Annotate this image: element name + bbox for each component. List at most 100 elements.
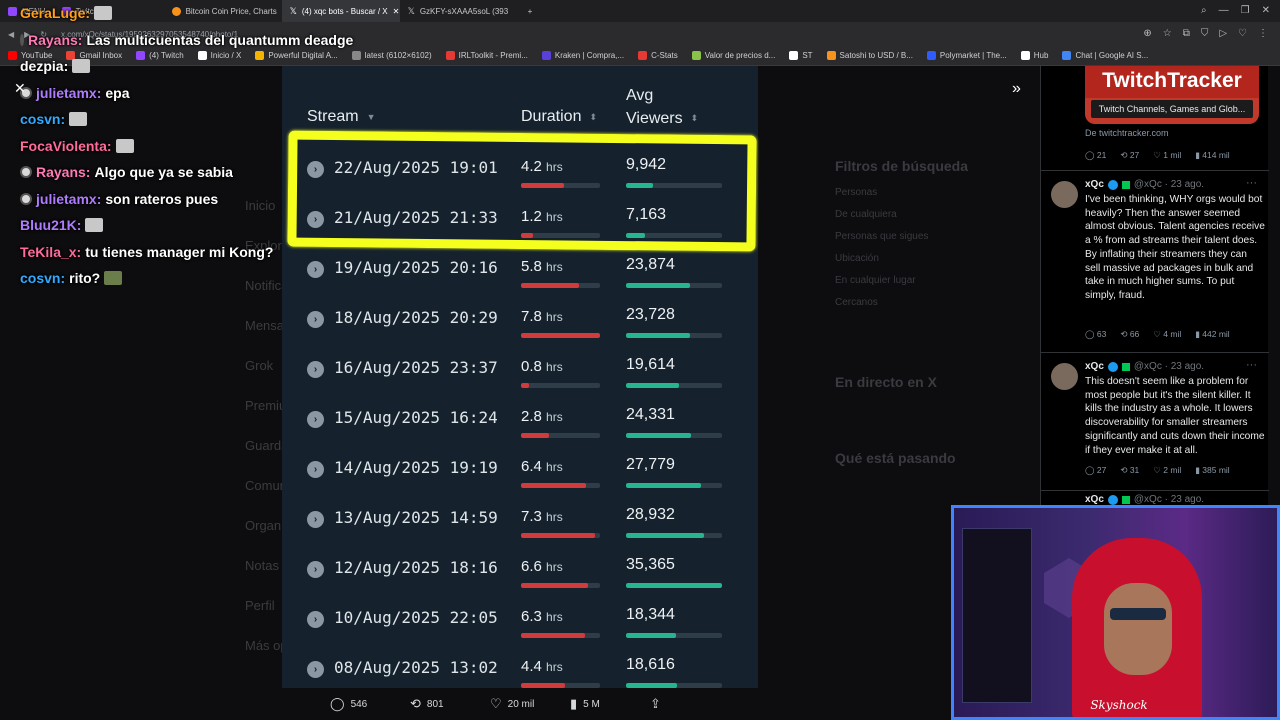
chat-message: cosvn: (20, 106, 320, 133)
table-row[interactable]: › 18/Aug/2025 20:29 7.8 hrs 23,728 (282, 300, 758, 350)
chat-username[interactable]: julietamx: (36, 85, 101, 101)
views-stat[interactable]: ▮ 385 mil (1195, 465, 1229, 476)
tweet[interactable]: xQc @xQc · 23 ago. ··· I've been thinking… (1041, 170, 1269, 352)
more-options-icon[interactable]: ··· (1246, 177, 1257, 189)
chat-username[interactable]: Bluu21K: (20, 217, 81, 233)
expand-row-icon[interactable]: › (307, 561, 324, 578)
chat-username[interactable]: Rayans: (28, 32, 82, 48)
close-media-icon[interactable]: ✕ (14, 80, 26, 97)
duration-unit: hrs (546, 560, 563, 574)
bookmark-item[interactable]: Satoshi to USD / B... (826, 51, 913, 60)
expand-panel-icon[interactable]: » (1012, 80, 1021, 98)
chat-username[interactable]: dezpia: (20, 58, 68, 74)
play-icon[interactable]: ▷ (1219, 28, 1227, 39)
table-row[interactable]: › 19/Aug/2025 20:16 5.8 hrs 23,874 (282, 250, 758, 300)
stream-duration: 4.4 hrs (521, 658, 563, 675)
reply-button[interactable]: ◯ 546 (330, 694, 410, 714)
stream-duration: 0.8 hrs (521, 358, 563, 375)
chat-username[interactable]: cosvn: (20, 111, 65, 127)
share-button[interactable]: ⇪ (650, 694, 730, 714)
views-button[interactable]: ▮ 5 M (570, 694, 650, 714)
chat-username[interactable]: Rayans: (36, 164, 90, 180)
author-name[interactable]: xQc (1085, 179, 1104, 190)
header-duration[interactable]: Duration ⬍ (521, 108, 597, 126)
views-stat[interactable]: ▮ 414 mil (1195, 150, 1229, 161)
viewers-bar-fill (626, 333, 691, 338)
bookmark-item[interactable]: latest (6102×6102) (351, 51, 432, 60)
like-button[interactable]: ♡ 20 mil (490, 694, 570, 714)
table-row[interactable]: › 12/Aug/2025 18:16 6.6 hrs 35,365 (282, 550, 758, 600)
bookmark-favicon-icon (926, 51, 936, 60)
expand-row-icon[interactable]: › (307, 311, 324, 328)
tab-image[interactable]: 𝕏 GzKFY-sXAAA5soL (393 (400, 0, 520, 22)
bookmark-item[interactable]: Valor de precios d... (691, 51, 775, 60)
table-row[interactable]: › 08/Aug/2025 13:02 4.4 hrs 18,616 (282, 650, 758, 688)
reply-stat[interactable]: ◯ 63 (1085, 329, 1106, 340)
stat-value: 1 mil (1163, 150, 1182, 160)
menu-dots-icon[interactable]: ⋮ (1258, 28, 1268, 39)
expand-row-icon[interactable]: › (307, 361, 324, 378)
stream-duration: 7.3 hrs (521, 508, 563, 525)
bookmark-label: Hub (1033, 51, 1049, 60)
like-stat[interactable]: ♡ 2 mil (1153, 465, 1181, 476)
minimize-icon[interactable]: — (1219, 5, 1229, 16)
chat-username[interactable]: TeKila_x: (20, 244, 81, 260)
chat-message: TeKila_x: tu tienes manager mi Kong? (20, 239, 320, 266)
chat-username[interactable]: FocaViolenta: (20, 138, 112, 154)
chat-text: epa (105, 84, 130, 101)
table-row[interactable]: › 14/Aug/2025 19:19 6.4 hrs 27,779 (282, 450, 758, 500)
chat-username[interactable]: cosvn: (20, 270, 65, 286)
views-stat[interactable]: ▮ 442 mil (1195, 329, 1229, 340)
twitchtracker-link-card[interactable]: TwitchTracker Twitch Channels, Games and… (1085, 66, 1259, 124)
bookmark-favicon-icon (351, 51, 361, 60)
share-icon: ⇪ (650, 696, 661, 711)
reply-stat[interactable]: ◯ 27 (1085, 465, 1106, 476)
repost-button[interactable]: ⟲ 801 (410, 694, 490, 714)
bookmark-item[interactable]: Chat | Google AI S... (1062, 51, 1148, 60)
table-row[interactable]: › 10/Aug/2025 22:05 6.3 hrs 18,344 (282, 600, 758, 650)
expand-row-icon[interactable]: › (307, 511, 324, 528)
tweet[interactable]: xQc @xQc · 23 ago. ··· This doesn't seem … (1041, 352, 1269, 490)
shield-icon[interactable]: ⛉ (1201, 28, 1209, 39)
avg-viewers: 24,331 (626, 406, 675, 423)
more-options-icon[interactable]: ··· (1246, 359, 1257, 371)
bookmark-star-icon[interactable]: ☆ (1163, 28, 1172, 39)
repost-stat[interactable]: ⟲ 31 (1120, 465, 1139, 476)
avatar[interactable] (1051, 363, 1078, 390)
avatar[interactable] (1051, 181, 1078, 208)
header-avg-viewers-label: Avg Viewers (626, 84, 683, 130)
restore-icon[interactable]: ❐ (1241, 5, 1250, 16)
bookmark-item[interactable]: Hub (1020, 51, 1049, 60)
header-avg-viewers[interactable]: Avg Viewers ⬍ (626, 84, 698, 130)
bookmark-item[interactable]: ST (789, 51, 813, 60)
bookmark-item[interactable]: IRLToolkit - Premi... (445, 51, 528, 60)
table-row[interactable]: › 15/Aug/2025 16:24 2.8 hrs 24,331 (282, 400, 758, 450)
author-name[interactable]: xQc (1085, 494, 1104, 505)
chat-username[interactable]: julietamx: (36, 191, 101, 207)
zoom-icon[interactable]: ⊕ (1143, 28, 1151, 39)
search-icon[interactable]: ⌕ (1201, 5, 1207, 16)
chat-username[interactable]: GeraLuge: (20, 5, 90, 21)
like-stat[interactable]: ♡ 4 mil (1153, 329, 1181, 340)
expand-row-icon[interactable]: › (307, 411, 324, 428)
bookmark-item[interactable]: Polymarket | The... (926, 51, 1007, 60)
bookmark-item[interactable]: Kraken | Compra,... (541, 51, 624, 60)
repost-stat[interactable]: ⟲ 66 (1120, 329, 1139, 340)
chat-emote-icon (85, 218, 104, 233)
author-name[interactable]: xQc (1085, 361, 1104, 372)
table-row[interactable]: › 13/Aug/2025 14:59 7.3 hrs 28,932 (282, 500, 758, 550)
close-tab-icon[interactable]: ✕ (393, 7, 400, 16)
expand-row-icon[interactable]: › (307, 611, 324, 628)
extension-icon[interactable]: ⧉ (1183, 28, 1190, 39)
new-tab-button[interactable]: + (520, 0, 541, 22)
table-row[interactable]: › 16/Aug/2025 23:37 0.8 hrs 19,614 (282, 350, 758, 400)
repost-stat[interactable]: ⟲ 27 (1120, 150, 1139, 161)
bookmark-item[interactable]: C-Stats (638, 51, 678, 60)
like-stat[interactable]: ♡ 1 mil (1153, 150, 1181, 161)
close-window-icon[interactable]: ✕ (1262, 5, 1270, 16)
expand-row-icon[interactable]: › (307, 661, 324, 678)
expand-row-icon[interactable]: › (307, 461, 324, 478)
heart-icon[interactable]: ♡ (1238, 28, 1247, 39)
reply-stat[interactable]: ◯ 21 (1085, 150, 1106, 161)
back-icon[interactable]: ◀ (8, 30, 14, 39)
